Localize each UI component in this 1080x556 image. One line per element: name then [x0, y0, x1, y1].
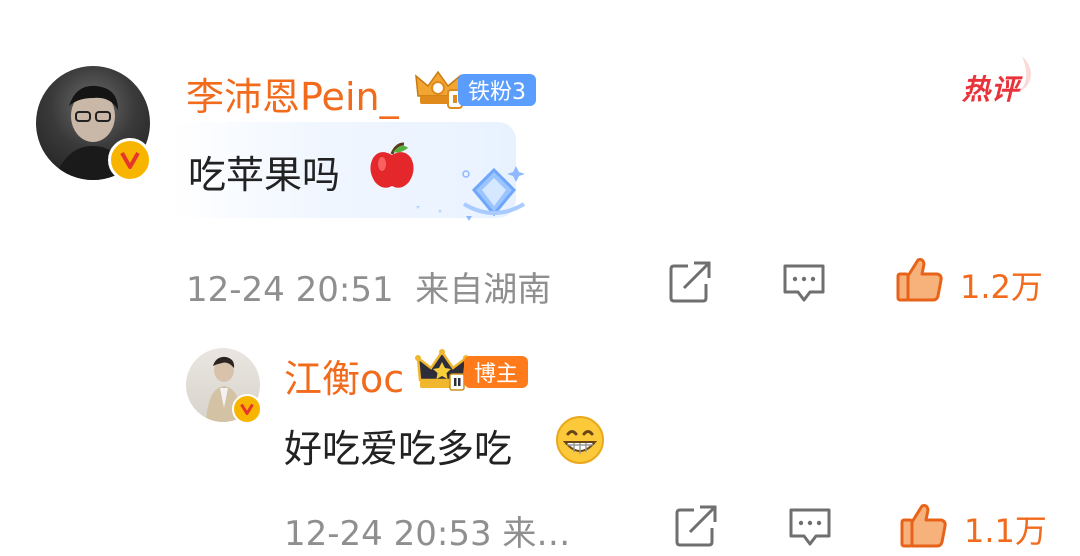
verified-v-icon [108, 138, 152, 182]
like-count: 1.2万 [960, 268, 1043, 306]
hot-flame-icon [1004, 52, 1040, 96]
like-count: 1.1万 [964, 512, 1047, 550]
share-icon[interactable] [672, 502, 720, 550]
timestamp: 12-24 20:51 来自湖南 [186, 262, 551, 311]
comment-text: 吃苹果吗 [188, 153, 341, 197]
username[interactable]: 江衡oc [284, 348, 404, 403]
like-thumb-icon[interactable] [898, 500, 950, 550]
timestamp: 12-24 20:53 来… [284, 514, 571, 554]
share-icon[interactable] [666, 258, 714, 306]
blogger-badge: 博主 [464, 356, 528, 388]
comment-reply-icon[interactable] [786, 504, 834, 550]
comment-location: 来自湖南 [415, 270, 552, 310]
comment-time: 12-24 20:51 [186, 270, 394, 310]
crown-badge-icon [412, 66, 464, 110]
verified-v-icon [232, 394, 262, 424]
username[interactable]: 李沛恩Pein_ [186, 66, 399, 121]
grinning-face-emoji-icon [554, 414, 606, 466]
comment-text: 好吃爱吃多吃 [284, 427, 513, 471]
like-thumb-icon[interactable] [894, 254, 946, 304]
comment-reply-icon[interactable] [780, 260, 828, 306]
crown-badge-icon [414, 348, 470, 392]
diamond-decoration-icon [408, 160, 532, 226]
fan-level-badge: 铁粉3 [458, 74, 536, 106]
